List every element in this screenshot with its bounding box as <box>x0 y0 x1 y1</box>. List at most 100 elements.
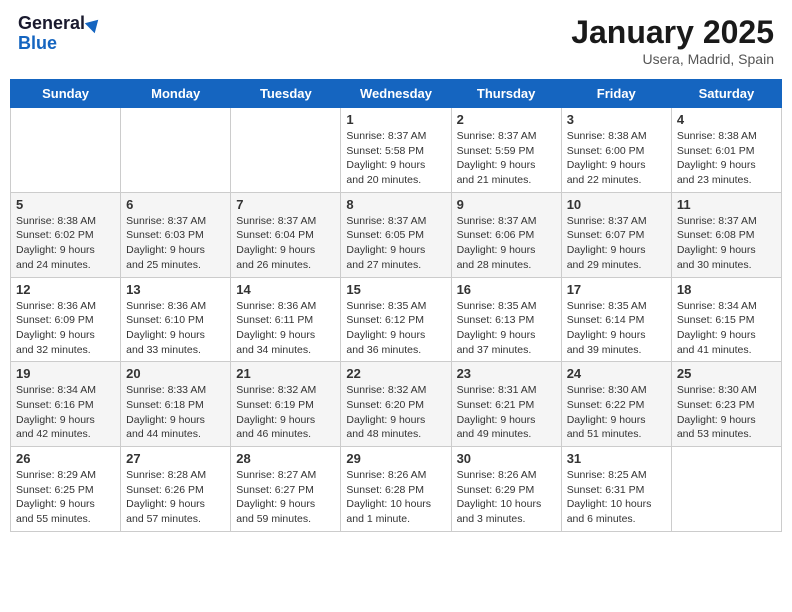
day-number: 12 <box>16 282 115 297</box>
day-number: 6 <box>126 197 225 212</box>
calendar-day-cell: 5 Sunrise: 8:38 AM Sunset: 6:02 PM Daylig… <box>11 192 121 277</box>
day-info: Sunrise: 8:33 AM Sunset: 6:18 PM Dayligh… <box>126 383 225 442</box>
day-info: Sunrise: 8:35 AM Sunset: 6:14 PM Dayligh… <box>567 299 666 358</box>
calendar-day-cell: 21 Sunrise: 8:32 AM Sunset: 6:19 PM Dayli… <box>231 362 341 447</box>
day-info: Sunrise: 8:37 AM Sunset: 5:59 PM Dayligh… <box>457 129 556 188</box>
logo-triangle-icon <box>85 15 103 33</box>
day-number: 18 <box>677 282 776 297</box>
month-title: January 2025 <box>571 14 774 51</box>
calendar-day-cell: 28 Sunrise: 8:27 AM Sunset: 6:27 PM Dayli… <box>231 447 341 532</box>
day-number: 1 <box>346 112 445 127</box>
day-info: Sunrise: 8:36 AM Sunset: 6:10 PM Dayligh… <box>126 299 225 358</box>
day-number: 13 <box>126 282 225 297</box>
day-info: Sunrise: 8:30 AM Sunset: 6:23 PM Dayligh… <box>677 383 776 442</box>
day-number: 15 <box>346 282 445 297</box>
day-number: 23 <box>457 366 556 381</box>
weekday-header-cell: Monday <box>121 80 231 108</box>
calendar-day-cell: 31 Sunrise: 8:25 AM Sunset: 6:31 PM Dayli… <box>561 447 671 532</box>
day-number: 25 <box>677 366 776 381</box>
calendar-week-row: 1 Sunrise: 8:37 AM Sunset: 5:58 PM Daylig… <box>11 108 782 193</box>
weekday-header-cell: Thursday <box>451 80 561 108</box>
calendar-day-cell: 3 Sunrise: 8:38 AM Sunset: 6:00 PM Daylig… <box>561 108 671 193</box>
logo-blue-text: Blue <box>18 34 57 54</box>
calendar-day-cell <box>671 447 781 532</box>
day-info: Sunrise: 8:27 AM Sunset: 6:27 PM Dayligh… <box>236 468 335 527</box>
calendar-week-row: 26 Sunrise: 8:29 AM Sunset: 6:25 PM Dayli… <box>11 447 782 532</box>
day-number: 16 <box>457 282 556 297</box>
day-info: Sunrise: 8:37 AM Sunset: 6:06 PM Dayligh… <box>457 214 556 273</box>
calendar-day-cell: 1 Sunrise: 8:37 AM Sunset: 5:58 PM Daylig… <box>341 108 451 193</box>
logo-general-text: General <box>18 14 85 34</box>
day-number: 17 <box>567 282 666 297</box>
calendar-day-cell: 20 Sunrise: 8:33 AM Sunset: 6:18 PM Dayli… <box>121 362 231 447</box>
day-info: Sunrise: 8:37 AM Sunset: 5:58 PM Dayligh… <box>346 129 445 188</box>
day-info: Sunrise: 8:29 AM Sunset: 6:25 PM Dayligh… <box>16 468 115 527</box>
logo: General Blue <box>18 14 101 54</box>
day-info: Sunrise: 8:34 AM Sunset: 6:15 PM Dayligh… <box>677 299 776 358</box>
day-info: Sunrise: 8:26 AM Sunset: 6:29 PM Dayligh… <box>457 468 556 527</box>
day-number: 19 <box>16 366 115 381</box>
day-info: Sunrise: 8:37 AM Sunset: 6:07 PM Dayligh… <box>567 214 666 273</box>
day-number: 8 <box>346 197 445 212</box>
weekday-header-cell: Tuesday <box>231 80 341 108</box>
day-info: Sunrise: 8:30 AM Sunset: 6:22 PM Dayligh… <box>567 383 666 442</box>
day-info: Sunrise: 8:26 AM Sunset: 6:28 PM Dayligh… <box>346 468 445 527</box>
day-number: 21 <box>236 366 335 381</box>
day-info: Sunrise: 8:37 AM Sunset: 6:03 PM Dayligh… <box>126 214 225 273</box>
day-number: 20 <box>126 366 225 381</box>
day-info: Sunrise: 8:38 AM Sunset: 6:02 PM Dayligh… <box>16 214 115 273</box>
day-info: Sunrise: 8:36 AM Sunset: 6:09 PM Dayligh… <box>16 299 115 358</box>
calendar-body: 1 Sunrise: 8:37 AM Sunset: 5:58 PM Daylig… <box>11 108 782 532</box>
day-info: Sunrise: 8:34 AM Sunset: 6:16 PM Dayligh… <box>16 383 115 442</box>
day-number: 29 <box>346 451 445 466</box>
day-info: Sunrise: 8:38 AM Sunset: 6:00 PM Dayligh… <box>567 129 666 188</box>
day-info: Sunrise: 8:31 AM Sunset: 6:21 PM Dayligh… <box>457 383 556 442</box>
calendar-day-cell: 15 Sunrise: 8:35 AM Sunset: 6:12 PM Dayli… <box>341 277 451 362</box>
calendar: SundayMondayTuesdayWednesdayThursdayFrid… <box>10 79 782 532</box>
day-number: 30 <box>457 451 556 466</box>
day-number: 28 <box>236 451 335 466</box>
day-info: Sunrise: 8:32 AM Sunset: 6:19 PM Dayligh… <box>236 383 335 442</box>
day-number: 11 <box>677 197 776 212</box>
day-number: 4 <box>677 112 776 127</box>
calendar-day-cell: 27Sunrise: 8:28 AM Sunset: 6:26 PM Dayli… <box>121 447 231 532</box>
day-number: 31 <box>567 451 666 466</box>
weekday-header-cell: Sunday <box>11 80 121 108</box>
day-number: 3 <box>567 112 666 127</box>
day-number: 10 <box>567 197 666 212</box>
day-info: Sunrise: 8:37 AM Sunset: 6:04 PM Dayligh… <box>236 214 335 273</box>
calendar-day-cell: 13 Sunrise: 8:36 AM Sunset: 6:10 PM Dayli… <box>121 277 231 362</box>
day-number: 7 <box>236 197 335 212</box>
location: Usera, Madrid, Spain <box>571 51 774 67</box>
calendar-day-cell: 26 Sunrise: 8:29 AM Sunset: 6:25 PM Dayli… <box>11 447 121 532</box>
title-block: January 2025 Usera, Madrid, Spain <box>571 14 774 67</box>
calendar-day-cell: 8Sunrise: 8:37 AM Sunset: 6:05 PM Daylig… <box>341 192 451 277</box>
day-number: 9 <box>457 197 556 212</box>
calendar-week-row: 19 Sunrise: 8:34 AM Sunset: 6:16 PM Dayli… <box>11 362 782 447</box>
calendar-day-cell: 23 Sunrise: 8:31 AM Sunset: 6:21 PM Dayli… <box>451 362 561 447</box>
calendar-day-cell <box>121 108 231 193</box>
calendar-week-row: 5 Sunrise: 8:38 AM Sunset: 6:02 PM Daylig… <box>11 192 782 277</box>
header: General Blue January 2025 Usera, Madrid,… <box>10 10 782 71</box>
calendar-day-cell: 6 Sunrise: 8:37 AM Sunset: 6:03 PM Daylig… <box>121 192 231 277</box>
day-info: Sunrise: 8:36 AM Sunset: 6:11 PM Dayligh… <box>236 299 335 358</box>
day-info: Sunrise: 8:35 AM Sunset: 6:12 PM Dayligh… <box>346 299 445 358</box>
calendar-day-cell: 18 Sunrise: 8:34 AM Sunset: 6:15 PM Dayli… <box>671 277 781 362</box>
calendar-day-cell: 4Sunrise: 8:38 AM Sunset: 6:01 PM Daylig… <box>671 108 781 193</box>
day-number: 2 <box>457 112 556 127</box>
day-number: 24 <box>567 366 666 381</box>
day-number: 22 <box>346 366 445 381</box>
calendar-day-cell: 17 Sunrise: 8:35 AM Sunset: 6:14 PM Dayli… <box>561 277 671 362</box>
calendar-week-row: 12 Sunrise: 8:36 AM Sunset: 6:09 PM Dayli… <box>11 277 782 362</box>
day-info: Sunrise: 8:25 AM Sunset: 6:31 PM Dayligh… <box>567 468 666 527</box>
calendar-day-cell <box>11 108 121 193</box>
calendar-day-cell: 9 Sunrise: 8:37 AM Sunset: 6:06 PM Daylig… <box>451 192 561 277</box>
calendar-day-cell: 29 Sunrise: 8:26 AM Sunset: 6:28 PM Dayli… <box>341 447 451 532</box>
day-number: 26 <box>16 451 115 466</box>
weekday-header-cell: Wednesday <box>341 80 451 108</box>
day-number: 5 <box>16 197 115 212</box>
calendar-day-cell: 16 Sunrise: 8:35 AM Sunset: 6:13 PM Dayli… <box>451 277 561 362</box>
day-info: Sunrise: 8:35 AM Sunset: 6:13 PM Dayligh… <box>457 299 556 358</box>
calendar-day-cell: 30 Sunrise: 8:26 AM Sunset: 6:29 PM Dayli… <box>451 447 561 532</box>
weekday-header-row: SundayMondayTuesdayWednesdayThursdayFrid… <box>11 80 782 108</box>
